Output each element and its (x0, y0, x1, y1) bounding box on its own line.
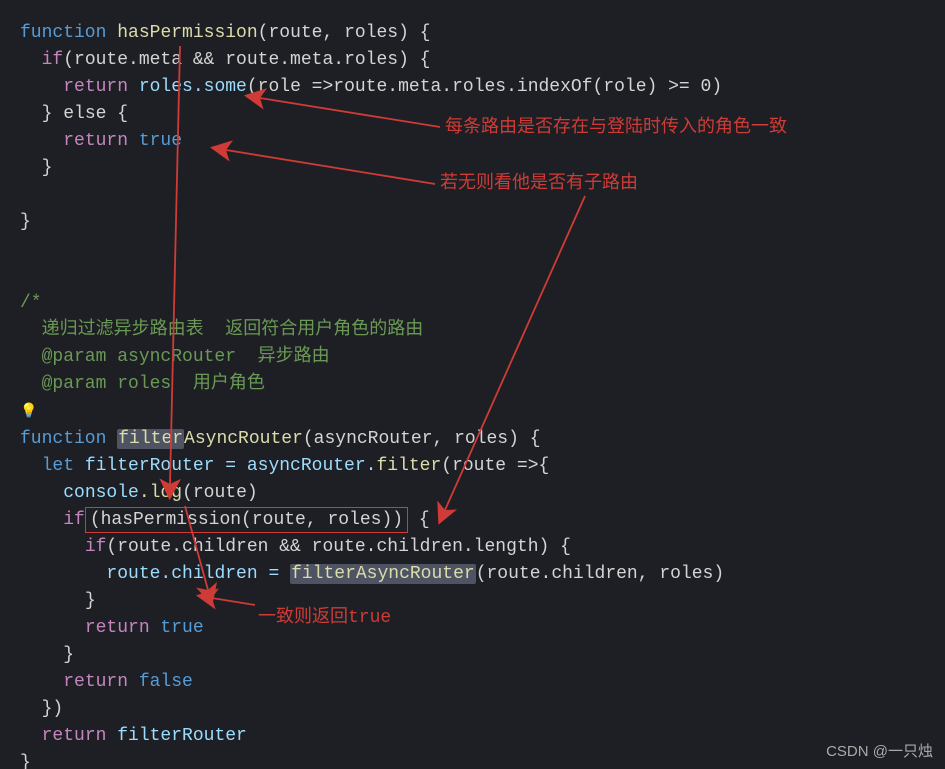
red-box-condition: (hasPermission(route, roles)) (85, 507, 408, 533)
keyword-return: return (42, 726, 107, 746)
brace: } (63, 645, 74, 665)
keyword: function (20, 429, 106, 449)
lightbulb-icon[interactable]: 💡 (20, 404, 37, 420)
method: filter (376, 456, 441, 476)
comment: 递归过滤异步路由表 返回符合用户角色的路由 (20, 320, 423, 340)
keyword-if: if (85, 537, 107, 557)
literal-false: false (128, 672, 193, 692)
keyword-if: if (42, 50, 64, 70)
keyword-return: return (63, 672, 128, 692)
args: (role =>route.meta.roles.indexOf(role) >… (247, 77, 722, 97)
args: (route) (182, 483, 258, 503)
literal-true: true (128, 131, 182, 151)
method: .log (139, 483, 182, 503)
args: (route.children, roles) (476, 564, 724, 584)
else: } else { (42, 104, 128, 124)
expr: roles.some (128, 77, 247, 97)
keyword-let: let (42, 456, 74, 476)
code-block: function hasPermission(route, roles) { i… (20, 20, 945, 769)
var: filterRouter = asyncRouter. (74, 456, 376, 476)
brace: { (408, 510, 430, 530)
console: console (63, 483, 139, 503)
args: (route =>{ (441, 456, 549, 476)
args: (route, roles) { (258, 23, 431, 43)
keyword-return: return (63, 131, 128, 151)
assign: route.children = (106, 564, 290, 584)
cond: (route.children && route.children.length… (106, 537, 570, 557)
comment: @param roles 用户角色 (20, 374, 265, 394)
watermark: CSDN @一只烛 (826, 740, 933, 761)
args: (asyncRouter, roles) { (303, 429, 541, 449)
return-var: filterRouter (106, 726, 246, 746)
fn-pre: filter (118, 429, 183, 449)
comment: @param asyncRouter 异步路由 (20, 347, 330, 367)
keyword-return: return (63, 77, 128, 97)
function-name: hasPermission (117, 23, 257, 43)
close-paren: }) (42, 699, 64, 719)
literal-true: true (150, 618, 204, 638)
function-name: AsyncRouter (184, 429, 303, 449)
code-editor: function hasPermission(route, roles) { i… (0, 0, 945, 769)
comment: /* (20, 293, 42, 313)
recursive-call: filterAsyncRouter (290, 564, 476, 584)
keyword-return: return (85, 618, 150, 638)
cond: (route.meta && route.meta.roles) { (63, 50, 430, 70)
keyword: function (20, 23, 106, 43)
brace: } (20, 212, 31, 232)
brace: } (20, 753, 31, 769)
brace: } (42, 158, 53, 178)
function-name-hl: filter (117, 429, 184, 449)
keyword-if: if (63, 510, 85, 530)
brace: } (85, 591, 96, 611)
